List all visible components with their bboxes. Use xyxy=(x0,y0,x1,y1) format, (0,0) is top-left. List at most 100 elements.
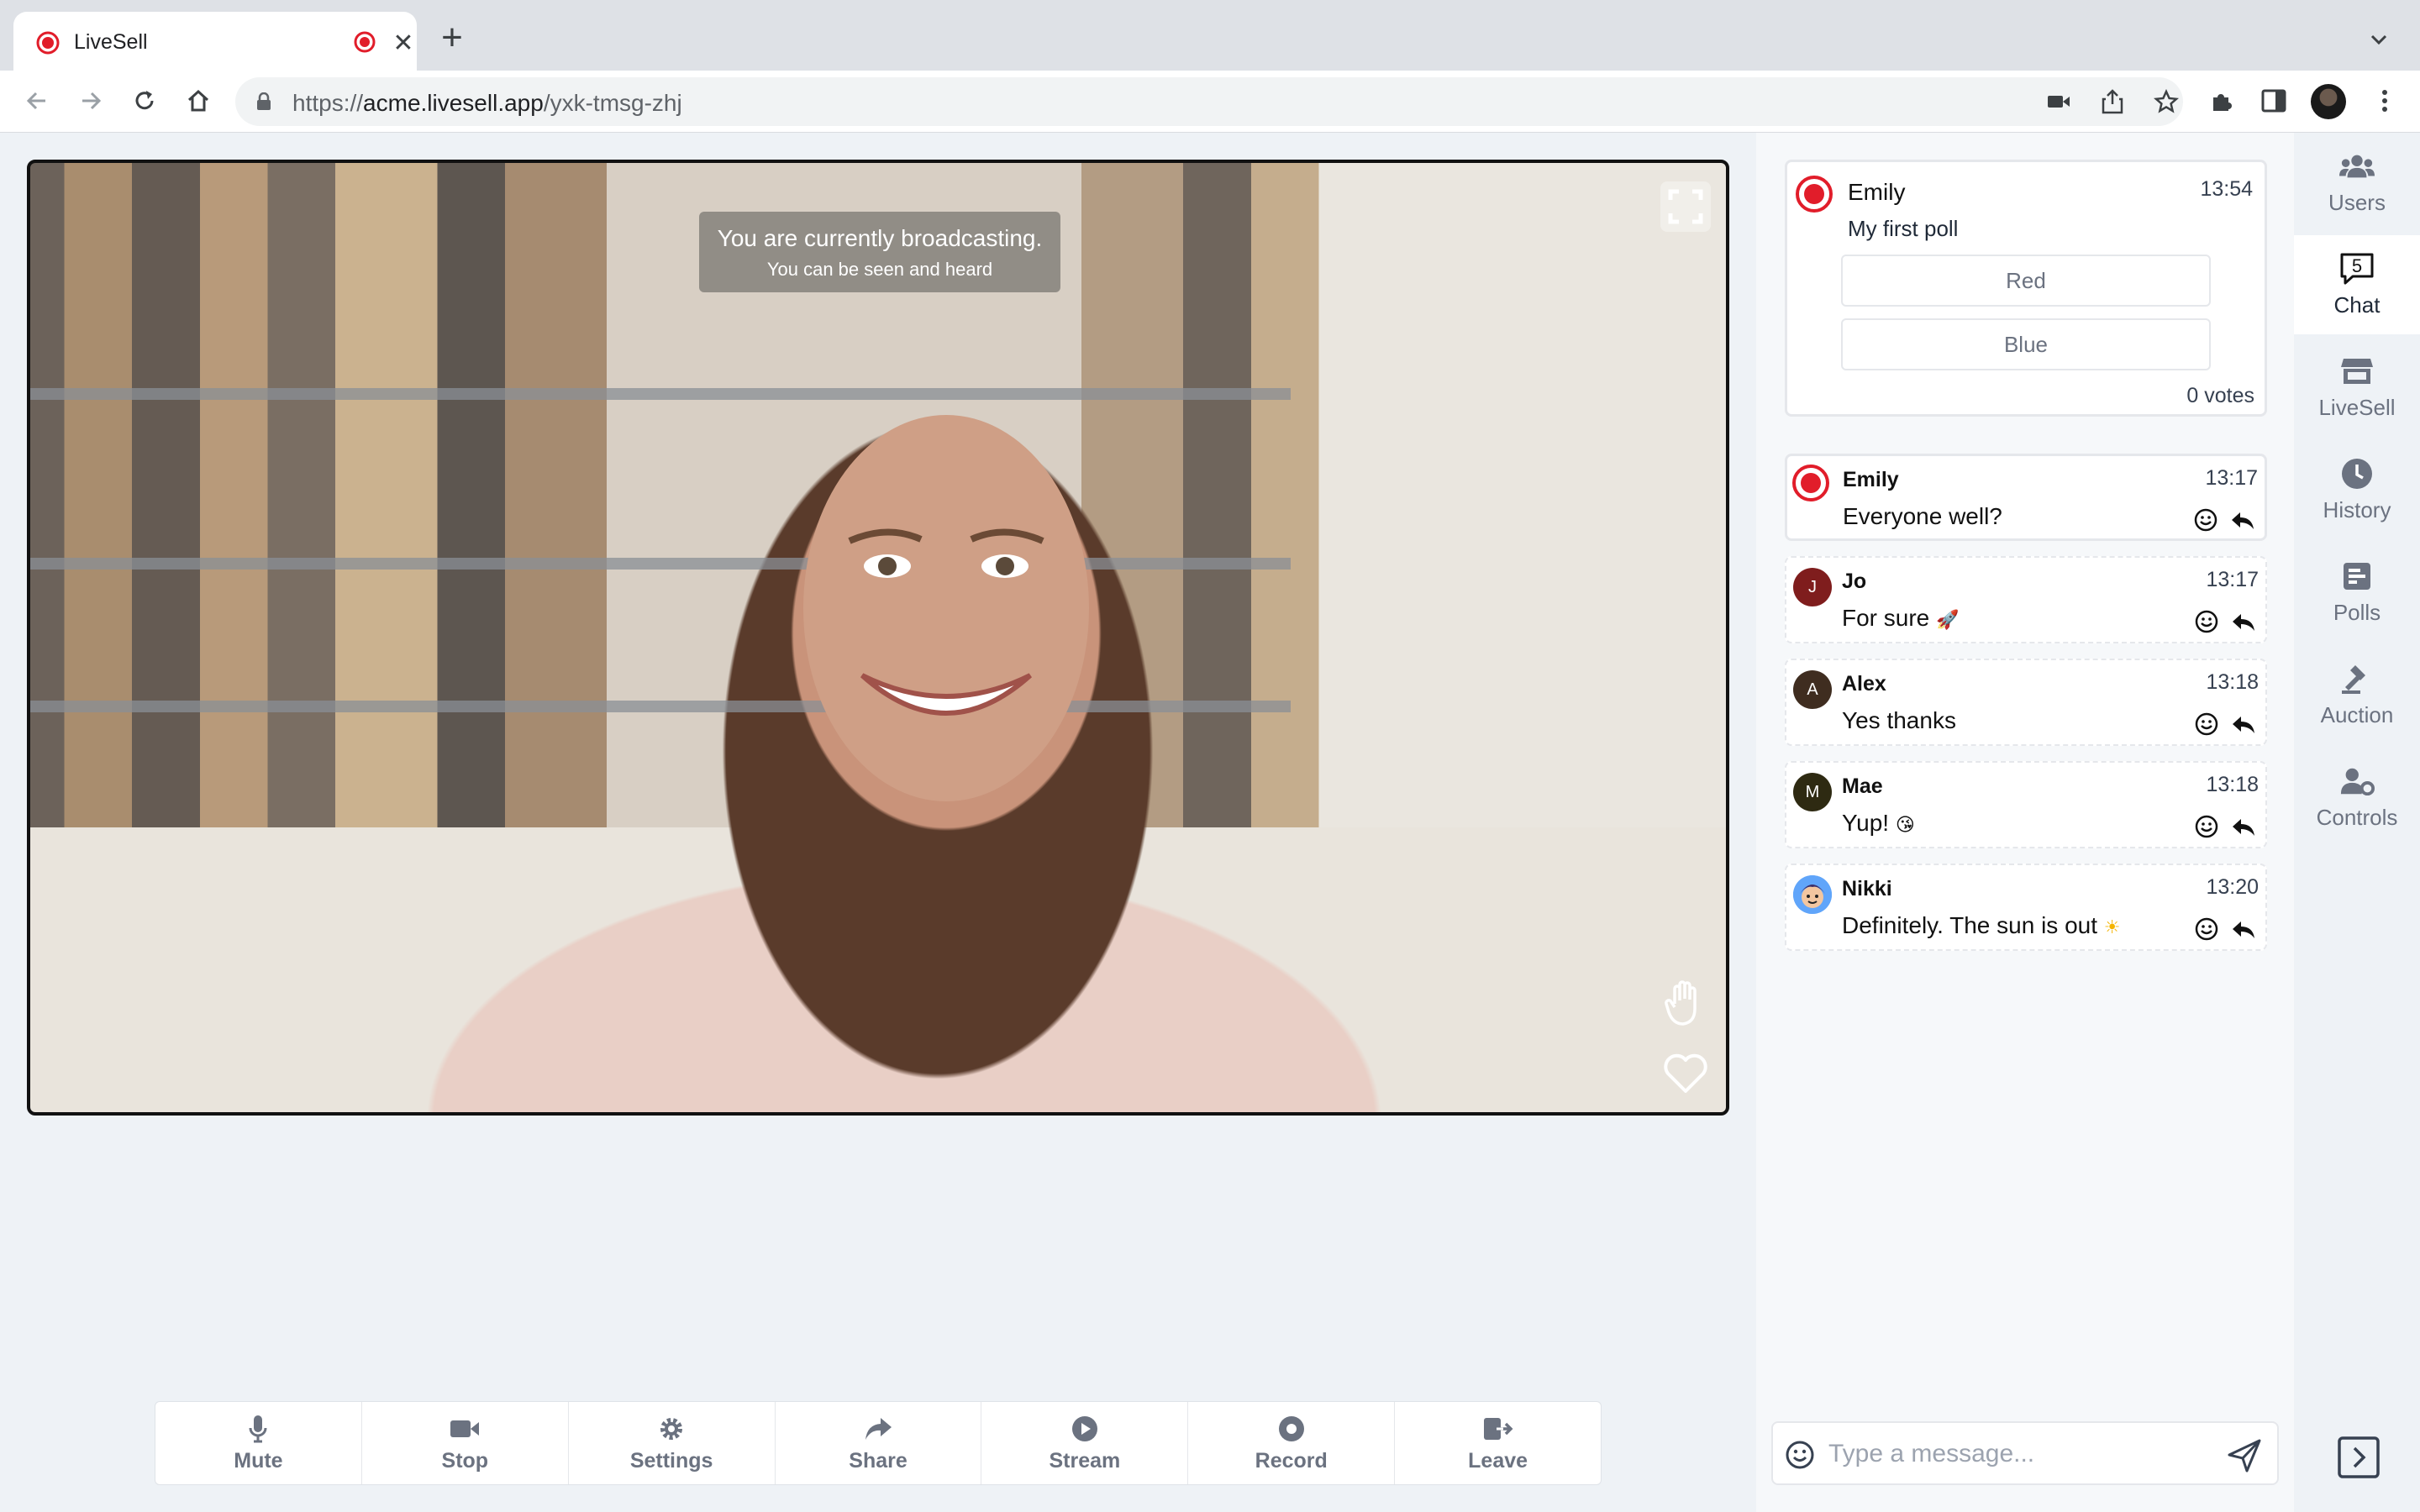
poll-author: Emily xyxy=(1848,179,1906,205)
url-path: /yxk-tmsg-zhj xyxy=(543,90,682,116)
chat-message: Nikki 13:20 Definitely. The sun is out ☀ xyxy=(1785,864,2267,951)
user-gear-icon xyxy=(2339,764,2375,798)
sidebar-label-chat: Chat xyxy=(2333,291,2381,318)
play-circle-icon xyxy=(1070,1414,1100,1444)
emoji-reaction-icon[interactable] xyxy=(2193,813,2220,840)
cartoon-avatar-icon xyxy=(1793,875,1832,914)
sidebar-item-users[interactable]: Users xyxy=(2294,133,2420,232)
presenter-face xyxy=(803,415,1089,801)
reply-icon[interactable] xyxy=(2230,815,2257,840)
poll-icon xyxy=(2339,559,2375,593)
home-icon[interactable] xyxy=(180,82,217,119)
leave-label: Leave xyxy=(1468,1448,1528,1473)
settings-button[interactable]: Settings xyxy=(569,1402,776,1484)
message-author: Nikki xyxy=(1842,877,1892,900)
avatar xyxy=(1792,465,1829,501)
chat-message: Emily 13:17 Everyone well? xyxy=(1785,454,2267,541)
avatar: A xyxy=(1793,670,1832,709)
reply-icon[interactable] xyxy=(2230,917,2257,942)
poll-option-red[interactable]: Red xyxy=(1841,255,2211,307)
reply-icon[interactable] xyxy=(2230,610,2257,635)
sidebar-item-livesell[interactable]: LiveSell xyxy=(2294,338,2420,437)
broadcast-video: You are currently broadcasting. You can … xyxy=(27,160,1729,1116)
mute-label: Mute xyxy=(234,1448,283,1473)
clock-icon xyxy=(2339,457,2375,491)
emoji-reaction-icon[interactable] xyxy=(2192,507,2219,533)
reload-icon[interactable] xyxy=(126,82,163,119)
forward-icon[interactable] xyxy=(72,82,109,119)
lock-icon xyxy=(257,92,271,110)
call-controls-bar: Mute Stop Settings Share Stream Record L… xyxy=(155,1401,1602,1485)
sidebar-label-livesell: LiveSell xyxy=(2318,394,2396,420)
sun-emoji: ☀ xyxy=(2103,917,2121,938)
kiss-emoji: 😘 xyxy=(1895,815,1915,836)
url-text: https://acme.livesell.app/yxk-tmsg-zhj xyxy=(292,90,682,117)
record-label: Record xyxy=(1255,1448,1328,1473)
sidebar-item-history[interactable]: History xyxy=(2294,440,2420,539)
new-tab-icon[interactable]: + xyxy=(435,19,469,56)
message-input[interactable] xyxy=(1828,1433,2215,1475)
settings-label: Settings xyxy=(629,1448,713,1473)
rocket-emoji: 🚀 xyxy=(1936,610,1960,631)
bookmark-star-icon[interactable] xyxy=(2153,88,2180,115)
message-author: Jo xyxy=(1842,570,1867,593)
message-text-body: For sure xyxy=(1842,605,1930,631)
poll-vote-count: 0 votes xyxy=(2186,384,2254,407)
fullscreen-icon[interactable] xyxy=(1660,181,1711,232)
heart-icon[interactable] xyxy=(1660,1048,1711,1099)
emoji-reaction-icon[interactable] xyxy=(2193,711,2220,738)
gavel-icon xyxy=(2339,662,2375,696)
right-sidebar: Users 5 Chat LiveSell History Polls Auct… xyxy=(2294,133,2420,1512)
microphone-icon xyxy=(243,1414,273,1444)
side-panel-icon[interactable] xyxy=(2257,84,2291,118)
share-page-icon[interactable] xyxy=(2099,88,2126,115)
emoji-picker-icon[interactable] xyxy=(1785,1440,1815,1470)
message-text: Yes thanks xyxy=(1842,707,1956,733)
back-icon[interactable] xyxy=(18,82,55,119)
sidebar-item-auction[interactable]: Auction xyxy=(2294,645,2420,744)
share-button[interactable]: Share xyxy=(776,1402,982,1484)
browser-tab[interactable]: LiveSell ✕ xyxy=(13,12,417,71)
mute-button[interactable]: Mute xyxy=(155,1402,362,1484)
reply-icon[interactable] xyxy=(2230,712,2257,738)
browser-tab-strip: LiveSell ✕ + xyxy=(0,0,2420,71)
raise-hand-icon[interactable] xyxy=(1660,978,1711,1028)
sidebar-item-chat[interactable]: 5 Chat xyxy=(2294,235,2420,334)
send-icon[interactable] xyxy=(2227,1438,2262,1473)
video-camera-icon xyxy=(450,1414,480,1444)
message-text: Yup! 😘 xyxy=(1842,810,1915,837)
sidebar-item-polls[interactable]: Polls xyxy=(2294,543,2420,642)
stream-button[interactable]: Stream xyxy=(981,1402,1189,1484)
broadcasting-title: You are currently broadcasting. xyxy=(717,225,1043,251)
leave-icon xyxy=(1483,1414,1513,1444)
poll-card: Emily 13:54 My first poll Red Blue 0 vot… xyxy=(1785,160,2267,417)
tab-close-icon[interactable]: ✕ xyxy=(388,29,418,59)
sidebar-label-history: History xyxy=(2323,496,2391,522)
message-author: Mae xyxy=(1842,774,1883,798)
extensions-icon[interactable] xyxy=(2205,84,2238,118)
chat-message: A Alex 13:18 Yes thanks xyxy=(1785,659,2267,746)
leave-button[interactable]: Leave xyxy=(1395,1402,1601,1484)
url-scheme: https:// xyxy=(292,90,364,116)
broadcasting-banner: You are currently broadcasting. You can … xyxy=(699,212,1060,292)
chat-icon: 5 xyxy=(2339,252,2375,286)
tab-search-chevron-icon[interactable] xyxy=(2366,27,2391,52)
gear-icon xyxy=(656,1414,687,1444)
browser-menu-icon[interactable] xyxy=(2368,84,2402,118)
reply-icon[interactable] xyxy=(2229,508,2256,533)
emoji-reaction-icon[interactable] xyxy=(2193,916,2220,942)
profile-avatar[interactable] xyxy=(2311,84,2346,119)
stream-label: Stream xyxy=(1049,1448,1121,1473)
camera-in-use-icon[interactable] xyxy=(2045,88,2072,115)
record-button[interactable]: Record xyxy=(1188,1402,1396,1484)
message-text-body: Definitely. The sun is out xyxy=(1842,912,2098,938)
tab-title: LiveSell xyxy=(74,30,148,54)
emoji-reaction-icon[interactable] xyxy=(2193,608,2220,635)
users-icon xyxy=(2339,150,2375,183)
collapse-panel-icon[interactable] xyxy=(2338,1436,2380,1478)
address-bar[interactable]: https://acme.livesell.app/yxk-tmsg-zhj xyxy=(235,77,2183,126)
sidebar-item-controls[interactable]: Controls xyxy=(2294,748,2420,847)
stop-video-button[interactable]: Stop xyxy=(362,1402,569,1484)
message-text: Everyone well? xyxy=(1843,503,2002,529)
poll-option-blue[interactable]: Blue xyxy=(1841,318,2211,370)
